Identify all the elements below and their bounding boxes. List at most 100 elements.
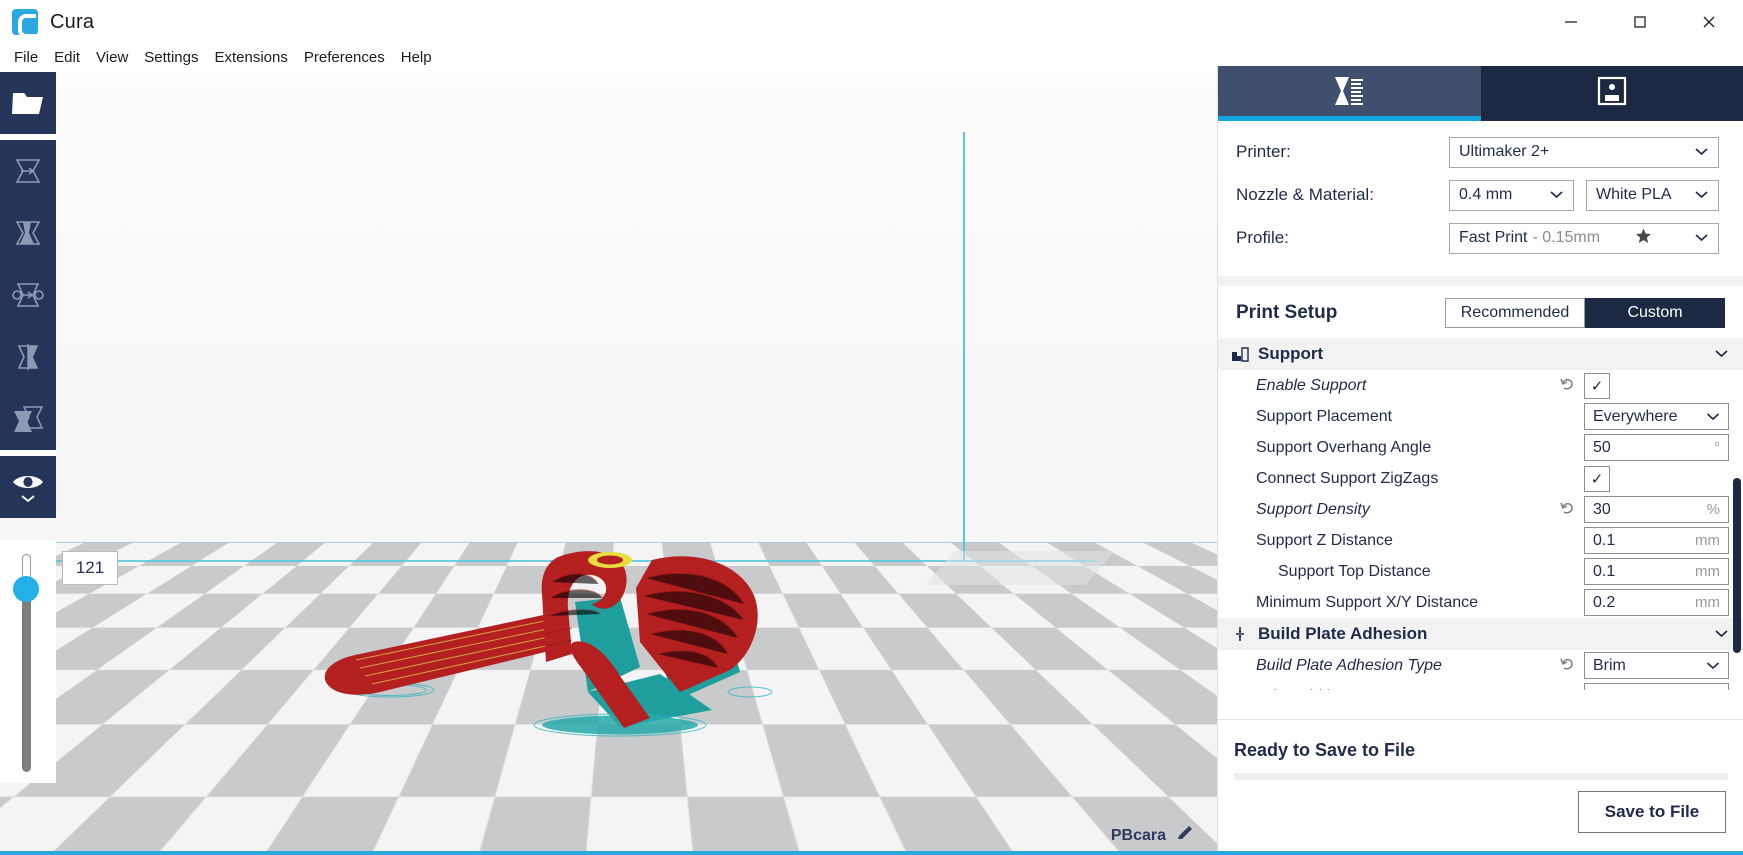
setting-row-support-z-distance[interactable]: Support Z Distance 0.1 mm (1218, 525, 1743, 556)
group-title: Support (1258, 344, 1324, 363)
support-placement-select[interactable]: Everywhere (1584, 403, 1729, 430)
setting-label: Minimum Support X/Y Distance (1256, 593, 1479, 611)
printer-select[interactable]: Ultimaker 2+ (1449, 136, 1719, 168)
support-density-input[interactable]: 30 % (1584, 496, 1729, 523)
menu-item-edit[interactable]: Edit (46, 46, 88, 70)
view-mode-icon[interactable] (0, 456, 56, 518)
star-icon[interactable] (1635, 228, 1652, 248)
maximize-icon[interactable] (1605, 0, 1674, 44)
support-overhang-angle-input[interactable]: 50 ° (1584, 434, 1729, 461)
setting-label: Support Top Distance (1278, 562, 1431, 580)
profile-value: Fast Print (1459, 229, 1528, 246)
layer-slider-value[interactable]: 121 (62, 551, 118, 585)
chevron-down-icon (1694, 186, 1709, 204)
menu-item-preferences[interactable]: Preferences (296, 46, 393, 70)
print-status-text: Ready to Save to File (1234, 740, 1416, 760)
setting-row-brim-width[interactable]: Brim Width 3.0 mm (1218, 681, 1743, 690)
mode-custom-button[interactable]: Custom (1585, 298, 1725, 328)
menu-item-extensions[interactable]: Extensions (206, 46, 295, 70)
close-icon[interactable] (1674, 0, 1743, 44)
setting-label: Support Density (1256, 500, 1370, 518)
minimum-support-xy-distance-input[interactable]: 0.2 mm (1584, 589, 1729, 616)
setting-label: Brim Width (1256, 688, 1334, 691)
per-model-settings-icon[interactable] (0, 388, 56, 450)
layer-slider[interactable] (0, 540, 56, 783)
setting-unit: mm (1695, 532, 1720, 549)
profile-row: Profile: Fast Print - 0.15mm (1236, 222, 1725, 254)
support-top-distance-input[interactable]: 0.1 mm (1584, 558, 1729, 585)
print-setup-header: Print Setup Recommended Custom (1218, 286, 1743, 338)
machine-selection: Printer: Ultimaker 2+ Nozzle & Material:… (1218, 121, 1743, 276)
support-z-distance-input[interactable]: 0.1 mm (1584, 527, 1729, 554)
setting-value: 0.1 (1593, 531, 1616, 549)
setting-unit: mm (1695, 594, 1720, 611)
mirror-tool-icon[interactable] (0, 326, 56, 388)
menu-item-settings[interactable]: Settings (136, 46, 206, 70)
panel-tabs (1218, 66, 1743, 121)
scale-tool-icon[interactable] (0, 202, 56, 264)
settings-group-build-plate-adhesion[interactable]: Build Plate Adhesion (1218, 618, 1743, 650)
chevron-down-icon (1706, 408, 1720, 426)
menu-item-view[interactable]: View (88, 46, 136, 70)
build-plate-adhesion-type-select[interactable]: Brim (1584, 652, 1729, 679)
settings-group-support[interactable]: Support (1218, 338, 1743, 370)
pencil-icon[interactable] (1176, 825, 1193, 847)
setting-label: Enable Support (1256, 376, 1367, 394)
rotate-tool-icon[interactable] (0, 264, 56, 326)
setting-value: 3.0 (1593, 688, 1615, 691)
sliced-model[interactable] (320, 542, 790, 742)
print-monitor-icon (1596, 75, 1628, 112)
setting-unit: mm (1695, 563, 1720, 580)
prepare-tab[interactable] (1218, 66, 1481, 121)
brim-width-input[interactable]: 3.0 mm (1584, 683, 1729, 690)
setting-row-support-overhang-angle[interactable]: Support Overhang Angle 50 ° (1218, 432, 1743, 463)
setting-row-connect-support-zigzags[interactable]: Connect Support ZigZags ✓ (1218, 463, 1743, 494)
setting-value: Brim (1593, 656, 1626, 674)
printer-row: Printer: Ultimaker 2+ (1236, 136, 1725, 168)
setting-unit: mm (1695, 688, 1720, 690)
chevron-down-icon[interactable] (1714, 625, 1729, 643)
menu-item-file[interactable]: File (6, 46, 46, 70)
settings-list[interactable]: Support Enable Support ✓ Support Placeme… (1218, 338, 1743, 690)
model-left-arm (324, 614, 570, 695)
model-name-text: PBcara (1110, 827, 1166, 844)
enable-support-checkbox[interactable]: ✓ (1584, 372, 1610, 399)
settings-scrollbar[interactable] (1733, 478, 1741, 653)
monitor-tab[interactable] (1480, 66, 1743, 121)
setting-value: Everywhere (1593, 407, 1678, 425)
bottom-accent-bar (0, 851, 1743, 855)
chevron-down-icon[interactable] (1714, 345, 1729, 363)
nozzle-material-row: Nozzle & Material: 0.4 mm White PLA (1236, 179, 1725, 211)
connect-support-zigzags-checkbox[interactable]: ✓ (1584, 465, 1610, 492)
profile-select[interactable]: Fast Print - 0.15mm (1449, 222, 1719, 254)
revert-icon[interactable] (1560, 377, 1575, 395)
setting-row-minimum-support-xy-distance[interactable]: Minimum Support X/Y Distance 0.2 mm (1218, 587, 1743, 618)
setting-unit: ° (1714, 439, 1720, 456)
3d-viewport[interactable]: PBcara 47.4 x 65.6 x 20.3 mm 00h 52min (0, 72, 1217, 855)
revert-icon[interactable] (1560, 501, 1575, 519)
open-file-icon[interactable] (0, 72, 56, 134)
setting-label: Support Placement (1256, 407, 1393, 425)
setting-row-support-density[interactable]: Support Density 30 % (1218, 494, 1743, 525)
setting-row-enable-support[interactable]: Enable Support ✓ (1218, 370, 1743, 401)
group-title: Build Plate Adhesion (1258, 624, 1428, 643)
menu-item-help[interactable]: Help (393, 46, 440, 70)
left-toolbar (0, 72, 56, 518)
layer-slider-handle[interactable] (13, 576, 39, 602)
print-setup-title: Print Setup (1236, 302, 1338, 323)
material-select[interactable]: White PLA (1586, 179, 1719, 211)
save-to-file-button[interactable]: Save to File (1578, 791, 1726, 833)
setting-row-build-plate-adhesion-type[interactable]: Build Plate Adhesion Type Brim (1218, 650, 1743, 681)
mode-recommended-button[interactable]: Recommended (1445, 298, 1585, 328)
nozzle-select[interactable]: 0.4 mm (1449, 179, 1574, 211)
setting-row-support-placement[interactable]: Support Placement Everywhere (1218, 401, 1743, 432)
setting-row-support-top-distance[interactable]: Support Top Distance 0.1 mm (1218, 556, 1743, 587)
revert-icon[interactable] (1560, 657, 1575, 675)
view-tool-group (0, 456, 56, 518)
window-controls (1536, 0, 1743, 44)
cura-logo-icon (12, 9, 38, 38)
setting-unit: % (1706, 501, 1720, 518)
minimize-icon[interactable] (1536, 0, 1605, 44)
revert-icon[interactable] (1560, 688, 1575, 690)
move-tool-icon[interactable] (0, 140, 56, 202)
